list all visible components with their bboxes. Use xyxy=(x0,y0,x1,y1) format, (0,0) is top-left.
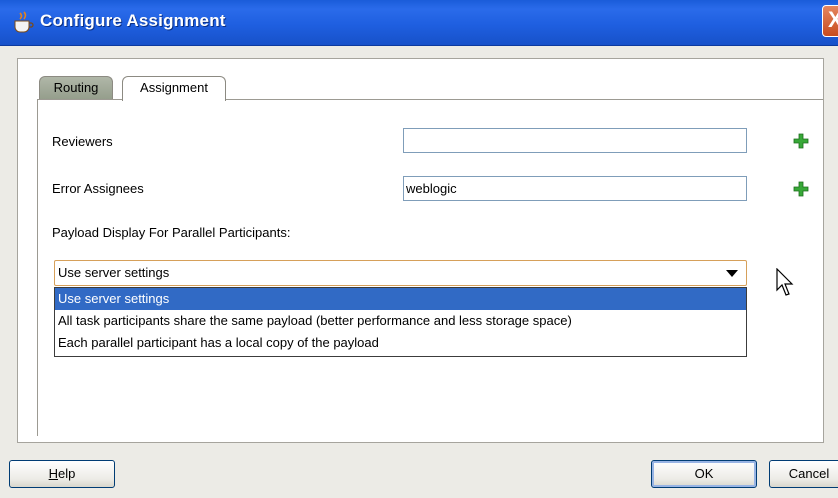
payload-display-select[interactable]: Use server settings xyxy=(54,260,747,286)
cancel-button[interactable]: Cancel xyxy=(769,460,838,488)
payload-display-label: Payload Display For Parallel Participant… xyxy=(52,225,291,240)
payload-display-options: Use server settings All task participant… xyxy=(54,287,747,357)
tab-routing[interactable]: Routing xyxy=(39,76,113,99)
coffee-cup-icon xyxy=(14,11,34,33)
option-local-copy[interactable]: Each parallel participant has a local co… xyxy=(55,332,746,354)
tab-panel: Routing Assignment Reviewers Error Assig… xyxy=(17,58,824,443)
chevron-down-icon[interactable] xyxy=(726,270,738,277)
reviewers-label: Reviewers xyxy=(52,134,113,149)
reviewers-field[interactable] xyxy=(403,128,747,153)
add-error-assignee-icon[interactable] xyxy=(793,181,809,197)
option-use-server-settings[interactable]: Use server settings xyxy=(55,288,746,310)
error-assignees-field[interactable]: weblogic xyxy=(403,176,747,201)
option-share-same-payload[interactable]: All task participants share the same pay… xyxy=(55,310,746,332)
help-button[interactable]: Help xyxy=(9,460,115,488)
payload-display-selected: Use server settings xyxy=(58,265,170,280)
ok-button[interactable]: OK xyxy=(651,460,757,488)
window-title: Configure Assignment xyxy=(40,11,226,30)
mouse-pointer-icon xyxy=(776,268,794,296)
error-assignees-label: Error Assignees xyxy=(52,181,144,196)
close-button[interactable]: X xyxy=(822,5,838,37)
add-reviewer-icon[interactable] xyxy=(793,133,809,149)
title-bar: Configure Assignment X xyxy=(0,0,838,46)
tab-assignment[interactable]: Assignment xyxy=(122,76,226,101)
